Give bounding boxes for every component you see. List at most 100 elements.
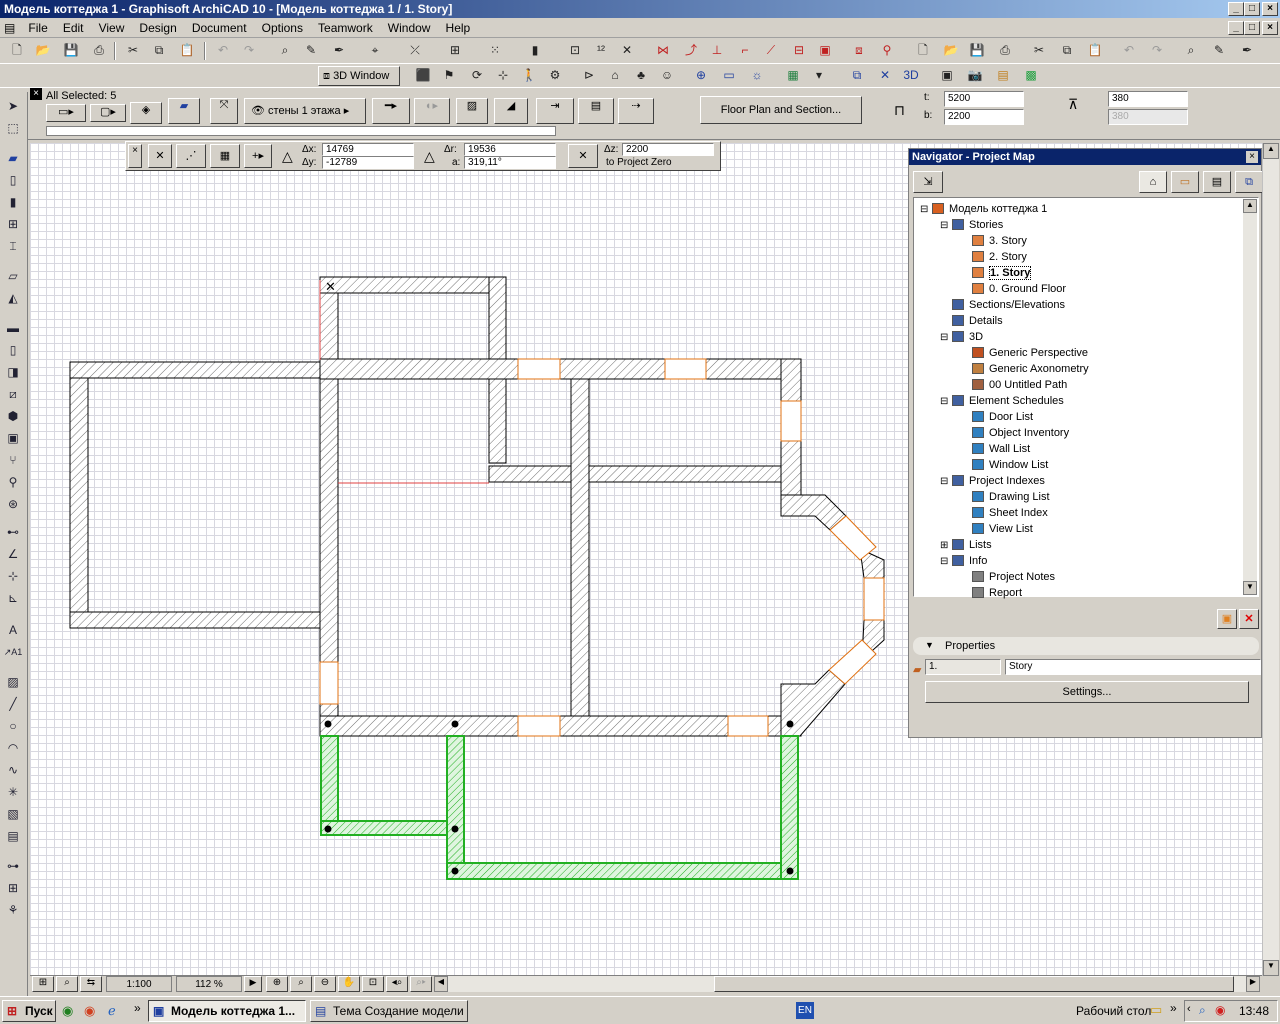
wall[interactable] bbox=[780, 358, 802, 402]
vertical-scrollbar[interactable]: ▲ ▼ bbox=[1262, 143, 1279, 976]
tree-node[interactable]: ⊞ Lists bbox=[940, 538, 992, 553]
construction-grid-icon[interactable]: ▦ bbox=[210, 144, 240, 168]
dy-field[interactable]: -12789 bbox=[322, 156, 414, 169]
wall[interactable] bbox=[780, 440, 802, 502]
door-opening[interactable] bbox=[319, 661, 339, 705]
task-archicad[interactable]: ▣ Модель коттеджа 1... bbox=[148, 1000, 306, 1022]
dr-field[interactable]: 19536 bbox=[464, 143, 556, 156]
relative-construction-icon[interactable]: +▸ bbox=[244, 144, 272, 168]
tree-expander-icon[interactable]: ⊞ bbox=[940, 539, 952, 553]
tree-node[interactable]: View List bbox=[960, 522, 1033, 536]
quicklaunch-more-icon[interactable]: » bbox=[134, 1001, 141, 1015]
tree-node[interactable]: 3. Story bbox=[960, 234, 1027, 248]
hotspot[interactable] bbox=[324, 825, 332, 833]
tree-node[interactable]: Generic Axonometry bbox=[960, 362, 1089, 376]
window-opening[interactable] bbox=[780, 400, 802, 442]
navigator-close-icon[interactable]: × bbox=[1246, 151, 1258, 163]
wall[interactable] bbox=[319, 276, 339, 663]
horizontal-scrollbar[interactable]: ◀ ▶ bbox=[434, 976, 1260, 992]
wall[interactable] bbox=[69, 611, 321, 629]
previous-zoom-icon[interactable]: ◂⌕ bbox=[386, 976, 408, 992]
tree-node[interactable]: ⊟ 3D bbox=[940, 330, 983, 345]
set-origin-icon[interactable]: ✕ bbox=[568, 144, 598, 168]
hotspot[interactable] bbox=[786, 720, 794, 728]
wall[interactable] bbox=[559, 358, 666, 380]
tree-expander-icon[interactable]: ⊟ bbox=[940, 555, 952, 569]
properties-header[interactable]: ▼ Properties bbox=[913, 637, 1259, 655]
tree-expander-icon[interactable]: ⊟ bbox=[920, 203, 932, 217]
hotspot[interactable] bbox=[451, 720, 459, 728]
wall[interactable] bbox=[559, 715, 729, 737]
publisher-icon[interactable]: ⧉ bbox=[1235, 171, 1263, 193]
search-tray-icon[interactable]: ⌕ bbox=[1199, 1003, 1206, 1018]
tree-node[interactable]: Sheet Index bbox=[960, 506, 1048, 520]
story-name-field[interactable]: Story bbox=[1005, 659, 1261, 675]
layout-book-icon[interactable]: ▤ bbox=[1203, 171, 1231, 193]
tree-node[interactable]: ⊟ Element Schedules bbox=[940, 394, 1064, 409]
new-item-icon[interactable]: ▣ bbox=[1217, 609, 1237, 629]
coord-close-icon[interactable]: × bbox=[128, 144, 142, 168]
tree-node[interactable]: 0. Ground Floor bbox=[960, 282, 1066, 296]
tree-node[interactable]: Door List bbox=[960, 410, 1033, 424]
story-number-field[interactable]: 1. bbox=[925, 659, 1001, 675]
wall[interactable] bbox=[570, 378, 590, 717]
wall[interactable] bbox=[319, 276, 507, 294]
pan-icon[interactable]: ✋ bbox=[338, 976, 360, 992]
tray-app-icon[interactable]: ◉ bbox=[1215, 1003, 1225, 1017]
zoom-preview-icon[interactable]: ⌕ bbox=[56, 976, 78, 992]
tree-node[interactable]: 1. Story bbox=[960, 266, 1032, 280]
tree-node[interactable]: 2. Story bbox=[960, 250, 1027, 264]
tree-node[interactable]: ⊟ Модель коттеджа 1 bbox=[920, 202, 1047, 217]
dz-field[interactable]: 2200 bbox=[622, 143, 714, 156]
cross-snap-icon[interactable]: ✕ bbox=[148, 144, 172, 168]
navigator-action-icon[interactable]: ⇲ bbox=[913, 171, 943, 193]
grid-snap-icon-2[interactable]: ⋰ bbox=[176, 144, 206, 168]
hotspot[interactable] bbox=[451, 867, 459, 875]
tree-node[interactable]: Sections/Elevations bbox=[940, 298, 1065, 312]
tree-node[interactable]: Object Inventory bbox=[960, 426, 1069, 440]
tray-arrow-icon[interactable]: ‹ bbox=[1187, 1003, 1191, 1015]
task-document[interactable]: ▤ Тема Создание модели ... bbox=[310, 1000, 468, 1022]
scale-field[interactable]: 1:100 bbox=[106, 976, 172, 992]
zoom-field[interactable]: 112 % bbox=[176, 976, 242, 992]
zoom-out-icon[interactable]: ⊖ bbox=[314, 976, 336, 992]
tree-expander-icon[interactable]: ⊟ bbox=[940, 219, 952, 233]
wall[interactable] bbox=[319, 715, 519, 737]
tree-expander-icon[interactable]: ⊟ bbox=[940, 395, 952, 409]
selected-wall[interactable] bbox=[320, 735, 339, 832]
dx-field[interactable]: 14769 bbox=[322, 143, 414, 156]
quicklaunch-icon-2[interactable]: ◉ bbox=[84, 1003, 95, 1019]
hotspot[interactable] bbox=[786, 867, 794, 875]
project-map-icon[interactable]: ⌂ bbox=[1139, 171, 1167, 193]
start-button[interactable]: ⊞ Пуск bbox=[2, 1000, 56, 1022]
hotspot[interactable] bbox=[324, 720, 332, 728]
selected-wall[interactable] bbox=[446, 735, 465, 880]
language-indicator[interactable]: EN bbox=[796, 1002, 814, 1019]
project-zero-selector[interactable]: to Project Zero bbox=[606, 157, 672, 168]
fit-icon[interactable]: ⊞ bbox=[32, 976, 54, 992]
delete-item-icon[interactable]: ✕ bbox=[1239, 609, 1259, 629]
zoom-icon[interactable]: ⌕ bbox=[290, 976, 312, 992]
selected-wall[interactable] bbox=[446, 862, 799, 880]
view-map-icon[interactable]: ▭ bbox=[1171, 171, 1199, 193]
tree-node[interactable]: ⊟ Stories bbox=[940, 218, 1003, 233]
quicklaunch-icon-3[interactable]: ℯ bbox=[108, 1003, 116, 1019]
selected-wall[interactable] bbox=[320, 820, 456, 836]
window-opening[interactable] bbox=[863, 577, 885, 621]
zoom-in-icon[interactable]: ⊕ bbox=[266, 976, 288, 992]
view-toggle-icon[interactable]: ⇆ bbox=[80, 976, 102, 992]
wall[interactable] bbox=[488, 465, 782, 483]
tree-node[interactable]: Report bbox=[960, 586, 1022, 600]
desktop-more-icon[interactable]: » bbox=[1170, 1001, 1177, 1015]
tree-node[interactable]: Details bbox=[940, 314, 1003, 328]
tree-expander-icon[interactable]: ⊟ bbox=[940, 331, 952, 345]
tree-node[interactable]: Project Notes bbox=[960, 570, 1055, 584]
hotspot[interactable] bbox=[451, 825, 459, 833]
tree-scrollbar[interactable]: ▲ ▼ bbox=[1243, 199, 1257, 595]
angle-field[interactable]: 319,11° bbox=[464, 156, 556, 169]
tree-node[interactable]: 00 Untitled Path bbox=[960, 378, 1067, 392]
play-icon[interactable]: ▶ bbox=[244, 976, 262, 992]
wall[interactable] bbox=[69, 361, 321, 379]
settings-button[interactable]: Settings... bbox=[925, 681, 1249, 703]
wall[interactable] bbox=[319, 358, 519, 380]
